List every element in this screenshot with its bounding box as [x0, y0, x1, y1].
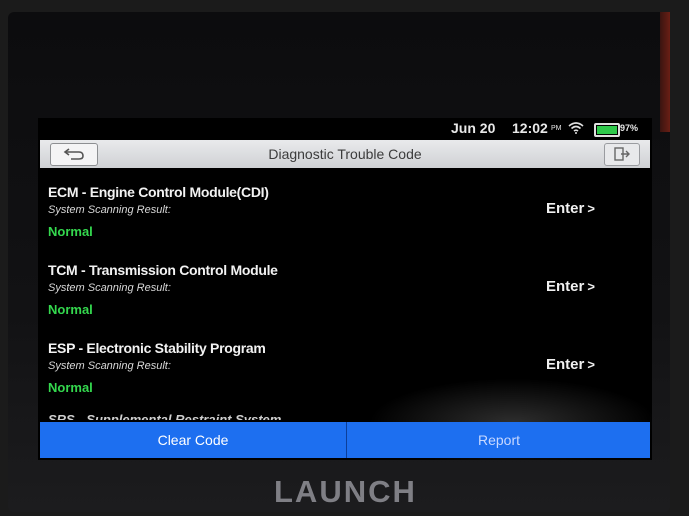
battery-icon: [594, 123, 620, 137]
title-bar: Diagnostic Trouble Code: [40, 140, 650, 168]
scan-result-label: System Scanning Result:: [48, 282, 171, 294]
report-button[interactable]: Report: [348, 422, 650, 458]
device-edge: [660, 12, 670, 132]
exit-icon: [614, 147, 630, 161]
status-bar: Jun 20 12:02 PM 97%: [38, 118, 652, 138]
list-item[interactable]: ECM - Engine Control Module(CDI) System …: [38, 184, 652, 264]
system-name: TCM - Transmission Control Module: [48, 262, 278, 278]
scan-result-label: System Scanning Result:: [48, 204, 171, 216]
status-date: Jun 20: [451, 120, 496, 136]
brand-logo: LAUNCH: [274, 474, 417, 509]
status-badge: Normal: [48, 224, 93, 239]
wifi-icon: [568, 122, 584, 134]
status-ampm: PM: [551, 125, 562, 132]
chevron-right-icon: >: [587, 279, 595, 294]
system-name: ESP - Electronic Stability Program: [48, 340, 266, 356]
system-name-partial[interactable]: SRS - Supplemental Restraint System: [48, 412, 281, 420]
battery-percent: 97%: [620, 123, 639, 133]
status-badge: Normal: [48, 302, 93, 317]
chevron-right-icon: >: [587, 201, 595, 216]
exit-button[interactable]: [604, 143, 640, 166]
list-item[interactable]: TCM - Transmission Control Module System…: [38, 262, 652, 342]
bottom-action-bar: Clear Code Report: [40, 422, 650, 458]
page-title: Diagnostic Trouble Code: [268, 146, 422, 162]
enter-button[interactable]: Enter >: [546, 278, 595, 295]
clear-code-button[interactable]: Clear Code: [40, 422, 347, 458]
scan-result-label: System Scanning Result:: [48, 360, 171, 372]
system-name: ECM - Engine Control Module(CDI): [48, 184, 269, 200]
status-time: 12:02: [512, 120, 548, 136]
enter-button[interactable]: Enter >: [546, 200, 595, 217]
enter-button[interactable]: Enter >: [546, 356, 595, 373]
chevron-right-icon: >: [587, 357, 595, 372]
status-badge: Normal: [48, 380, 93, 395]
device-screen: Jun 20 12:02 PM 97% Diagnostic Trouble C…: [38, 118, 652, 460]
